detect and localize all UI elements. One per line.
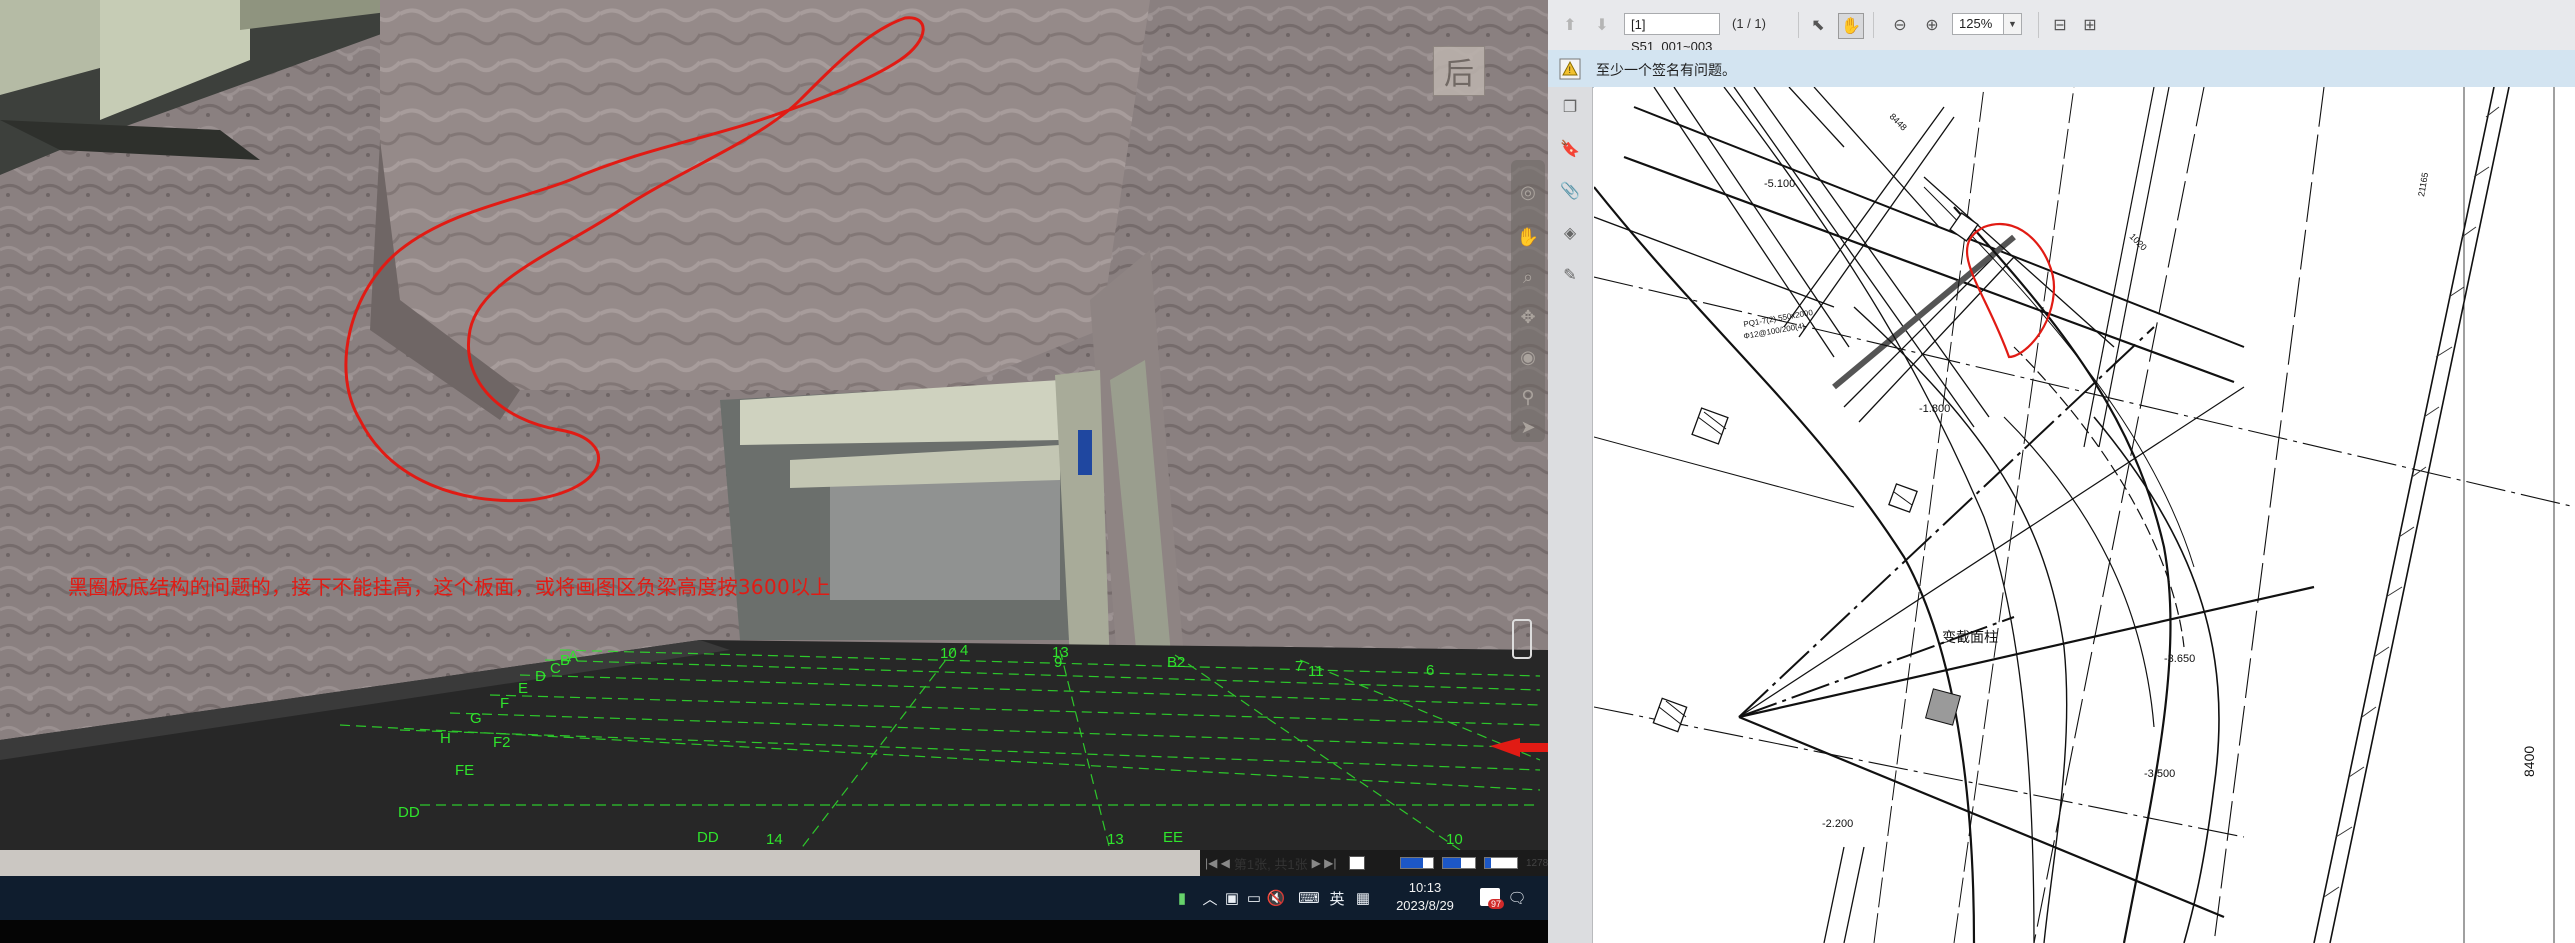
battery-icon[interactable]: ▮ <box>1172 876 1192 920</box>
pdf-page-canvas[interactable]: -3.650 -3.500 -2.200 -1.800 -5.100 变截面柱 … <box>1594 87 2575 943</box>
pan-icon[interactable]: ✋ <box>1516 225 1540 249</box>
action-center-icon[interactable]: 🗨 <box>1505 876 1529 920</box>
hand-tool-icon[interactable]: ✋ <box>1838 13 1864 39</box>
grid-axis-label: C <box>550 660 561 677</box>
zoom-level-input[interactable]: 125% <box>1952 13 2004 35</box>
page-thumbnails-icon[interactable]: ❐ <box>1558 95 1582 119</box>
zoom-out-icon[interactable]: ⊖ <box>1888 13 1912 37</box>
sheet-nav-label: 第1张, 共1张 <box>1233 856 1308 872</box>
walk-icon[interactable]: ⚲ <box>1516 385 1540 409</box>
label-3500: -3.500 <box>2144 768 2175 780</box>
pdf-toolbar: ⬆ ⬇ [1] S51_001~003 (1 / 1) ⬉ ✋ ⊖ ⊕ 125%… <box>1548 0 2575 54</box>
grid-axis-label: F <box>500 695 510 712</box>
grid-axis-label: 14 <box>766 831 783 848</box>
label-21165: 21165 <box>2416 172 2430 198</box>
prev-page-icon[interactable]: ⬆ <box>1558 13 1582 37</box>
page-count: (1 / 1) <box>1732 16 1766 31</box>
grid-axis-label: F2 <box>493 734 511 751</box>
label-5100: -5.100 <box>1764 178 1795 190</box>
3d-viewport[interactable]: 后 ◎ ✋ ⌕ ✥ ◉ ⚲ ➤ 黑圈板底结构的问题的，接下不能挂高，这个板面，或… <box>0 0 1548 850</box>
taskbar-bottom-strip <box>0 920 1548 943</box>
grid-axis-label: EE <box>1163 829 1184 846</box>
steering-wheel-icon[interactable]: ◎ <box>1516 180 1540 204</box>
grid-axis-label: H <box>440 730 451 747</box>
grid-axis-label: FE <box>455 762 475 779</box>
label-1800: -1.800 <box>1919 403 1950 415</box>
prev-sheet-icon[interactable]: |◀ ◀ <box>1205 856 1230 870</box>
signature-warning-bar: ! 至少一个签名有问题。 <box>1548 50 2575 88</box>
navigation-bar: ◎ ✋ ⌕ ✥ ◉ ⚲ ➤ <box>1511 160 1545 442</box>
grid-axis-label: 6 <box>1426 662 1435 679</box>
label-2200: -2.200 <box>1822 818 1853 830</box>
bookmarks-icon[interactable]: 🔖 <box>1558 137 1582 161</box>
fit-width-icon[interactable]: ⊞ <box>2078 13 2102 37</box>
svg-text:!: ! <box>1569 65 1572 75</box>
grid-axis-label: 9 <box>1054 654 1063 671</box>
sheet-navigator[interactable]: |◀ ◀ 第1张, 共1张 ▶ ▶| <box>1205 850 1365 876</box>
grid-axis-label: B <box>560 652 571 669</box>
chevron-up-icon[interactable]: ︿ <box>1200 876 1220 920</box>
grid-axis-label: B2 <box>1167 654 1186 671</box>
attachments-icon[interactable]: 📎 <box>1558 179 1582 203</box>
3d-scene[interactable] <box>0 0 1548 850</box>
label-8448: 8448 <box>1888 111 1909 132</box>
signature-warning-text: 至少一个签名有问题。 <box>1596 63 1736 79</box>
sheet-list-icon[interactable] <box>1348 856 1365 870</box>
label-8400: 8400 <box>2521 746 2537 777</box>
notification-badge[interactable]: 97 <box>1480 888 1504 909</box>
grid-icon[interactable]: ▦ <box>1352 876 1374 920</box>
grid-axis-label: DD <box>697 829 719 846</box>
zoom-in-icon[interactable]: ⊕ <box>1920 13 1944 37</box>
grid-axis-label: 10 <box>940 645 957 662</box>
disk-meter <box>1442 857 1476 869</box>
select-icon[interactable]: ➤ <box>1516 415 1540 439</box>
clock-time[interactable]: 10:13 <box>1385 880 1465 895</box>
page-number-input[interactable]: [1] S51_001~003 <box>1624 13 1720 54</box>
grid-axis-label: 11 <box>1308 663 1324 680</box>
grid-axis-label: 10 <box>1446 831 1463 848</box>
display-icon[interactable]: ▭ <box>1244 876 1264 920</box>
notification-count: 97 <box>1487 899 1504 909</box>
pdf-navigation-pane: ❐ 🔖 📎 ◈ ✎ <box>1548 87 1593 943</box>
signature-warning-icon: ! <box>1559 58 1581 80</box>
next-sheet-icon[interactable]: ▶ ▶| <box>1312 856 1337 870</box>
label-1020: 1020 <box>2128 231 2149 252</box>
grid-axis-label: DD <box>398 804 420 821</box>
grid-axis-label: D <box>535 668 546 685</box>
zoom-icon[interactable]: ⌕ <box>1516 265 1540 289</box>
orbit-icon[interactable]: ✥ <box>1516 305 1540 329</box>
annotation-text: 黑圈板底结构的问题的，接下不能挂高，这个板面，或将画图区负梁高度按3600以上 <box>68 575 831 599</box>
cpu-meter <box>1400 857 1434 869</box>
keyboard-icon[interactable]: ⌨ <box>1296 876 1322 920</box>
network-icon[interactable]: ▣ <box>1222 876 1242 920</box>
volume-mute-icon[interactable]: 🔇 <box>1266 876 1286 920</box>
view-cube[interactable]: 后 <box>1425 38 1497 108</box>
pdf-viewer: ⬆ ⬇ [1] S51_001~003 (1 / 1) ⬉ ✋ ⊖ ⊕ 125%… <box>1548 0 2575 943</box>
signatures-icon[interactable]: ✎ <box>1558 263 1582 287</box>
layers-icon[interactable]: ◈ <box>1558 221 1582 245</box>
label-3650: -3.650 <box>2164 653 2195 665</box>
grid-axis-label: 4 <box>960 642 969 659</box>
clock-date[interactable]: 2023/8/29 <box>1385 898 1465 913</box>
label-bianjie: 变截面柱 <box>1942 629 1998 645</box>
status-bar-left <box>0 850 1200 876</box>
memory-meter <box>1484 857 1518 869</box>
look-icon[interactable]: ◉ <box>1516 345 1540 369</box>
performance-meter: 1278 MB <box>1400 850 1566 876</box>
grid-axis-label: 13 <box>1107 831 1124 848</box>
grid-axis-label: G <box>470 710 482 727</box>
grid-axis-label: E <box>518 680 529 697</box>
zoom-dropdown-icon[interactable]: ▼ <box>2004 13 2022 35</box>
view-cube-face[interactable]: 后 <box>1433 46 1485 96</box>
next-page-icon[interactable]: ⬇ <box>1590 13 1614 37</box>
structural-drawing: -3.650 -3.500 -2.200 -1.800 -5.100 变截面柱 … <box>1594 87 2575 943</box>
grid-axis-label: 7 <box>1295 658 1304 675</box>
ime-label[interactable]: 英 <box>1326 876 1348 920</box>
fit-page-icon[interactable]: ⊟ <box>2048 13 2072 37</box>
select-tool-icon[interactable]: ⬉ <box>1806 13 1830 37</box>
